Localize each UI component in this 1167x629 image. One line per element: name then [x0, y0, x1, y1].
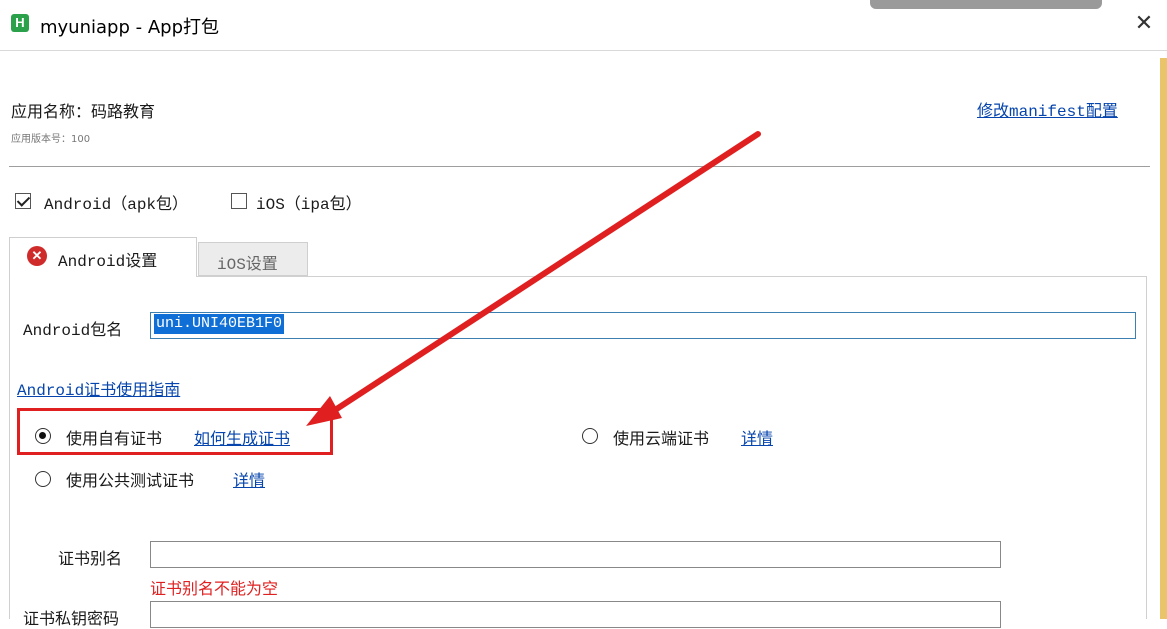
radio-cloud-cert[interactable] [582, 428, 598, 444]
radio-public-test-cert-label[interactable]: 使用公共测试证书 [66, 467, 194, 491]
android-checkbox-label[interactable]: Android（apk包） [44, 190, 188, 214]
package-name-label: Android包名 [23, 322, 123, 340]
ios-checkbox[interactable] [231, 193, 247, 209]
cloud-cert-details-link[interactable]: 详情 [741, 425, 773, 449]
ios-checkbox-label[interactable]: iOS（ipa包） [256, 190, 362, 214]
cert-key-password-input[interactable] [150, 601, 1001, 628]
window-title: myuniapp - App打包 [40, 17, 219, 38]
cert-alias-label: 证书别名 [58, 549, 123, 568]
android-checkbox[interactable] [15, 193, 31, 209]
annotation-highlight-box [17, 408, 333, 455]
app-version-label: 应用版本号：100 [11, 134, 91, 145]
error-icon: ✕ [27, 246, 47, 266]
radio-cloud-cert-label[interactable]: 使用云端证书 [613, 425, 709, 449]
cert-alias-input[interactable] [150, 541, 1001, 568]
public-cert-details-link[interactable]: 详情 [233, 467, 265, 491]
hbuilder-app-icon: H [11, 14, 29, 32]
divider [9, 166, 1150, 167]
tab-android-label[interactable]: Android设置 [58, 247, 157, 271]
radio-public-test-cert[interactable] [35, 471, 51, 487]
overlay-strip [870, 0, 1102, 9]
background-window-edge [1160, 58, 1167, 619]
package-name-input[interactable] [150, 312, 1136, 339]
cert-key-password-label: 证书私钥密码 [23, 609, 120, 628]
tab-ios-label[interactable]: iOS设置 [217, 250, 278, 274]
edit-manifest-link[interactable]: 修改manifest配置 [977, 97, 1118, 121]
close-icon[interactable]: ✕ [1130, 10, 1158, 38]
cert-alias-error: 证书别名不能为空 [150, 579, 279, 598]
cert-guide-link[interactable]: Android证书使用指南 [17, 376, 180, 400]
package-name-value[interactable]: uni.UNI40EB1F0 [154, 314, 285, 334]
app-name-label: 应用名称：码路教育 [11, 102, 156, 121]
